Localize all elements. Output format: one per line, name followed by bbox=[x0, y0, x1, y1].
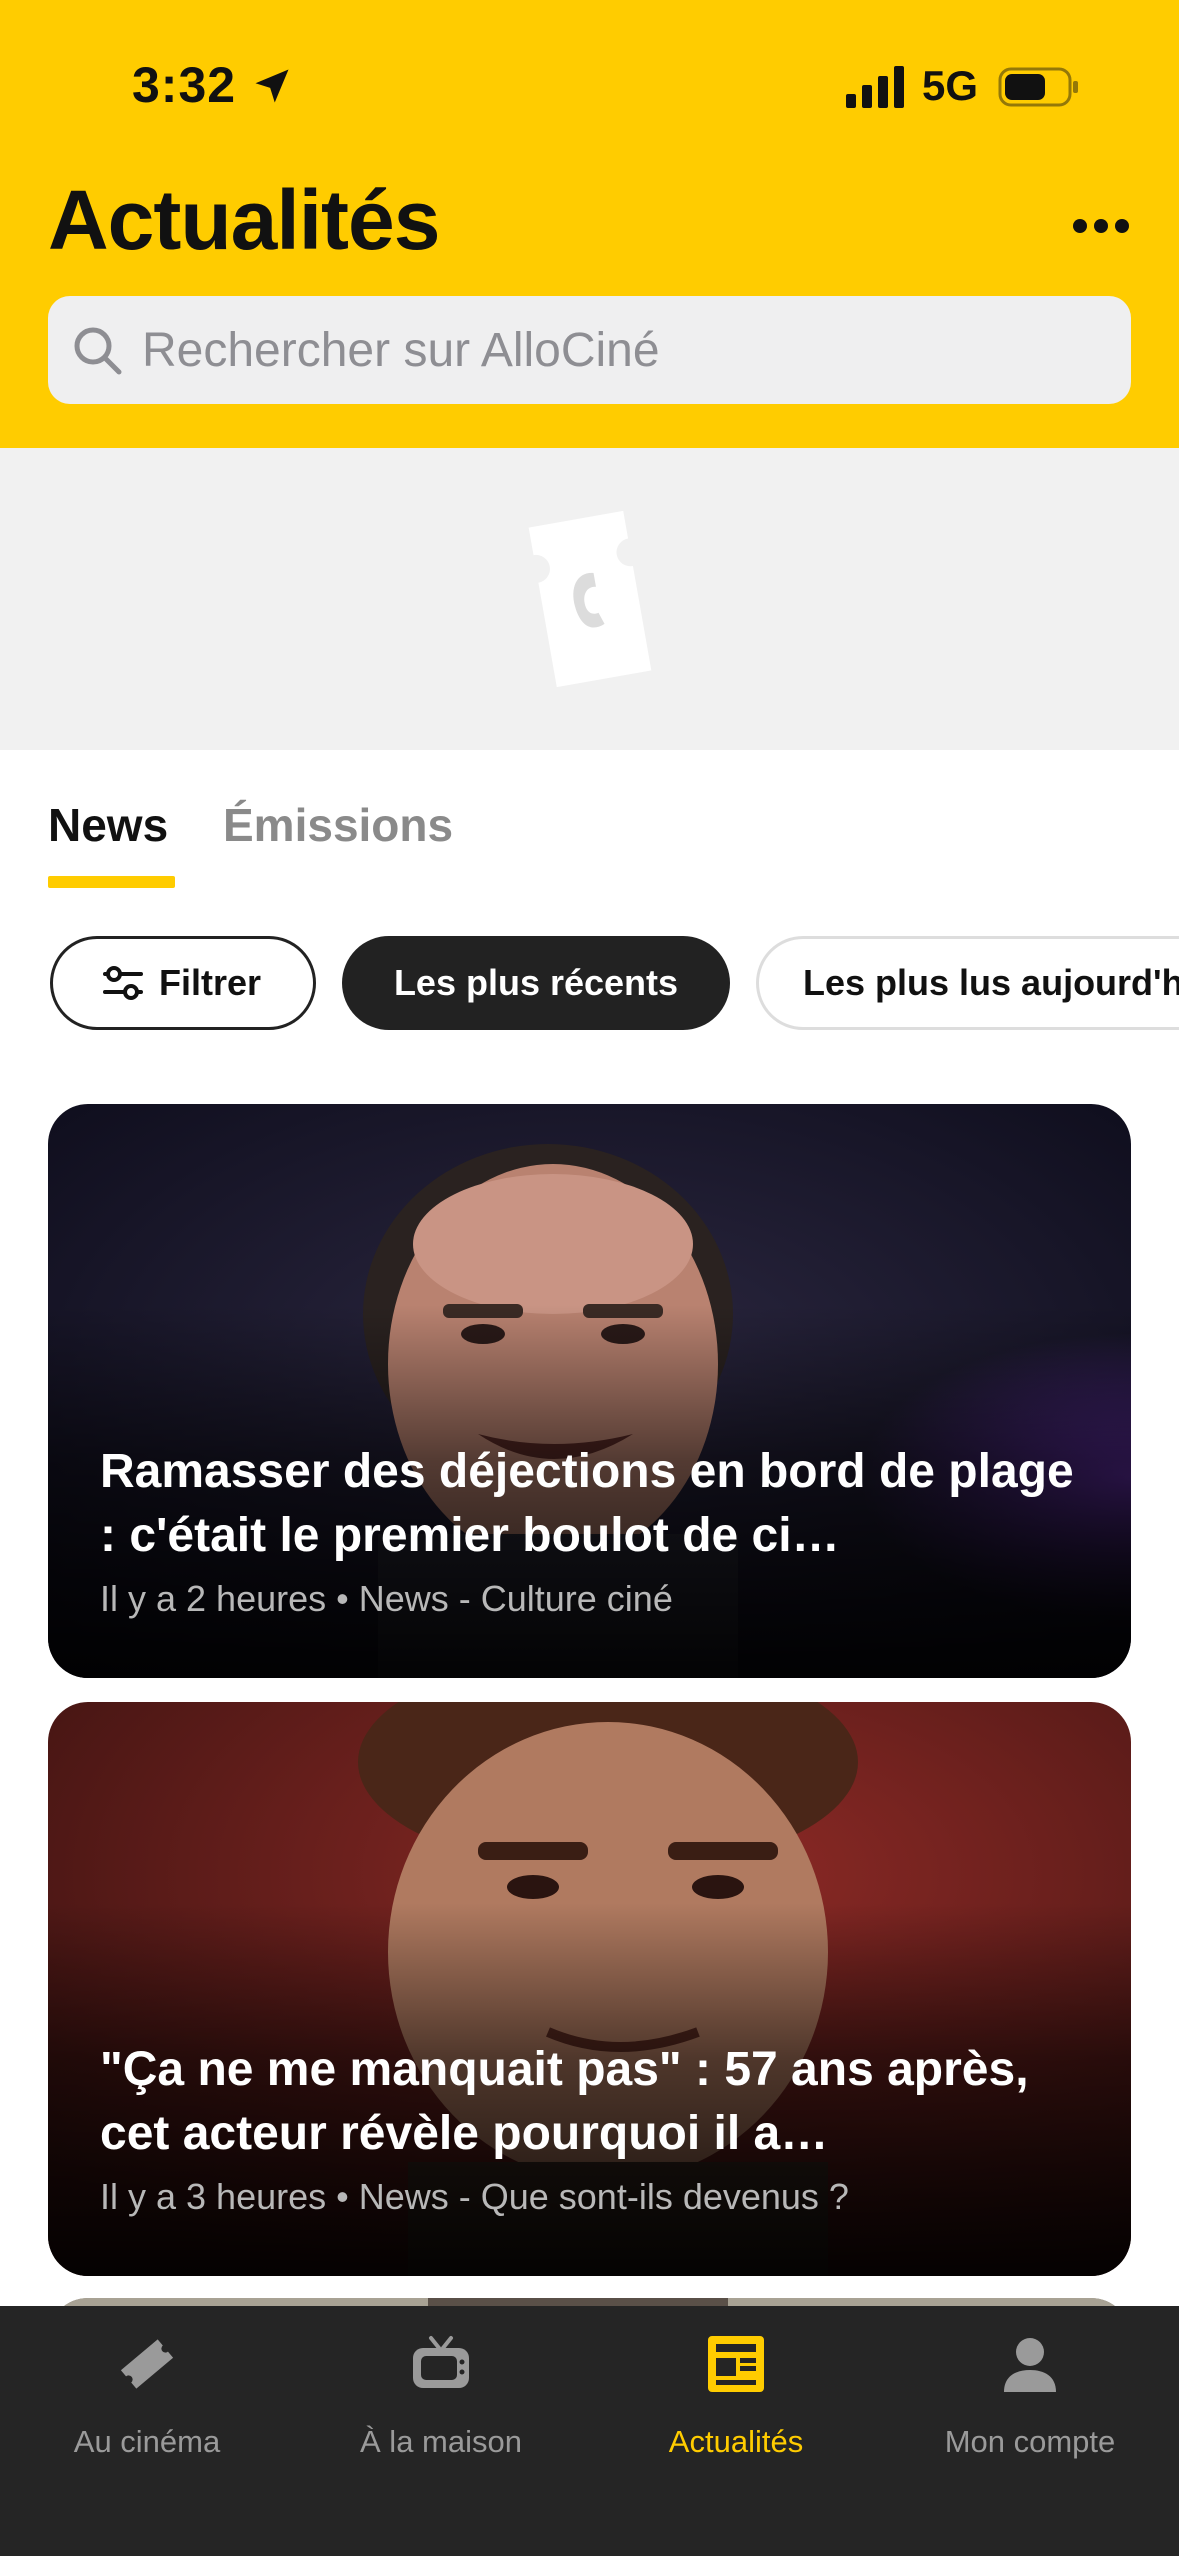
header: 3:32 5G Actualités bbox=[0, 0, 1179, 448]
article-title: Ramasser des déjections en bord de plage… bbox=[100, 1445, 1074, 1562]
article-card[interactable]: Ramasser des déjections en bord de plage… bbox=[48, 1104, 1131, 1678]
app-screen: 3:32 5G Actualités Rechercher sur AlloCi… bbox=[0, 0, 1179, 2556]
location-arrow-icon bbox=[255, 69, 289, 103]
tab-news[interactable]: News bbox=[48, 798, 168, 852]
filter-label: Filtrer bbox=[159, 962, 262, 1003]
sliders-icon bbox=[103, 966, 143, 1000]
tabbar-item-mon-compte[interactable]: Mon compte bbox=[883, 2306, 1177, 2506]
tabbar-label: À la maison bbox=[360, 2424, 522, 2459]
status-time: 3:32 bbox=[132, 57, 237, 113]
ad-banner[interactable] bbox=[0, 448, 1179, 750]
tabbar-label: Mon compte bbox=[944, 2424, 1116, 2459]
newspaper-icon bbox=[708, 2336, 764, 2392]
search-input[interactable] bbox=[142, 296, 1102, 404]
chip-most-read-label: Les plus lus aujourd'hui bbox=[803, 962, 1179, 1003]
search-icon bbox=[74, 327, 122, 375]
tabbar-item-a-la-maison[interactable]: À la maison bbox=[294, 2306, 588, 2506]
tabbar-label: Au cinéma bbox=[73, 2424, 221, 2459]
bottom-tab-bar: Au cinéma À la maison Actualités Mon com… bbox=[0, 2306, 1179, 2556]
article-meta: Il y a 2 heures • News - Culture ciné bbox=[100, 1578, 673, 1619]
page-title: Actualités bbox=[48, 173, 440, 267]
filter-button[interactable]: Filtrer bbox=[50, 936, 316, 1030]
tv-icon bbox=[413, 2336, 469, 2388]
content-tabs: News Émissions bbox=[0, 780, 1179, 900]
person-icon bbox=[1004, 2338, 1056, 2392]
battery-icon bbox=[998, 67, 1078, 107]
tabbar-item-actualites[interactable]: Actualités bbox=[589, 2306, 883, 2506]
search-bar[interactable] bbox=[48, 296, 1131, 404]
article-card[interactable]: "Ça ne me manquait pas" : 57 ans après, … bbox=[48, 1702, 1131, 2276]
tabbar-label: Actualités bbox=[668, 2424, 804, 2459]
status-bar: 3:32 5G bbox=[0, 0, 1179, 170]
ticket-icon bbox=[120, 2339, 174, 2389]
chip-most-recent[interactable]: Les plus récents bbox=[342, 936, 730, 1030]
chip-most-recent-label: Les plus récents bbox=[393, 962, 679, 1003]
network-type: 5G bbox=[922, 62, 979, 109]
cellular-signal-icon bbox=[846, 66, 904, 108]
allocine-ticket-logo-icon bbox=[528, 510, 652, 688]
article-title: "Ça ne me manquait pas" : 57 ans après, … bbox=[100, 2043, 1029, 2160]
tab-emissions[interactable]: Émissions bbox=[223, 798, 453, 852]
active-tab-indicator bbox=[48, 876, 175, 888]
filter-chips: Filtrer Les plus récents Les plus lus au… bbox=[0, 936, 1179, 1032]
ellipsis-icon[interactable] bbox=[1070, 208, 1132, 244]
article-meta: Il y a 3 heures • News - Que sont-ils de… bbox=[100, 2176, 849, 2217]
chip-most-read-today[interactable]: Les plus lus aujourd'hui bbox=[756, 936, 1179, 1030]
tabbar-item-au-cinema[interactable]: Au cinéma bbox=[0, 2306, 294, 2506]
